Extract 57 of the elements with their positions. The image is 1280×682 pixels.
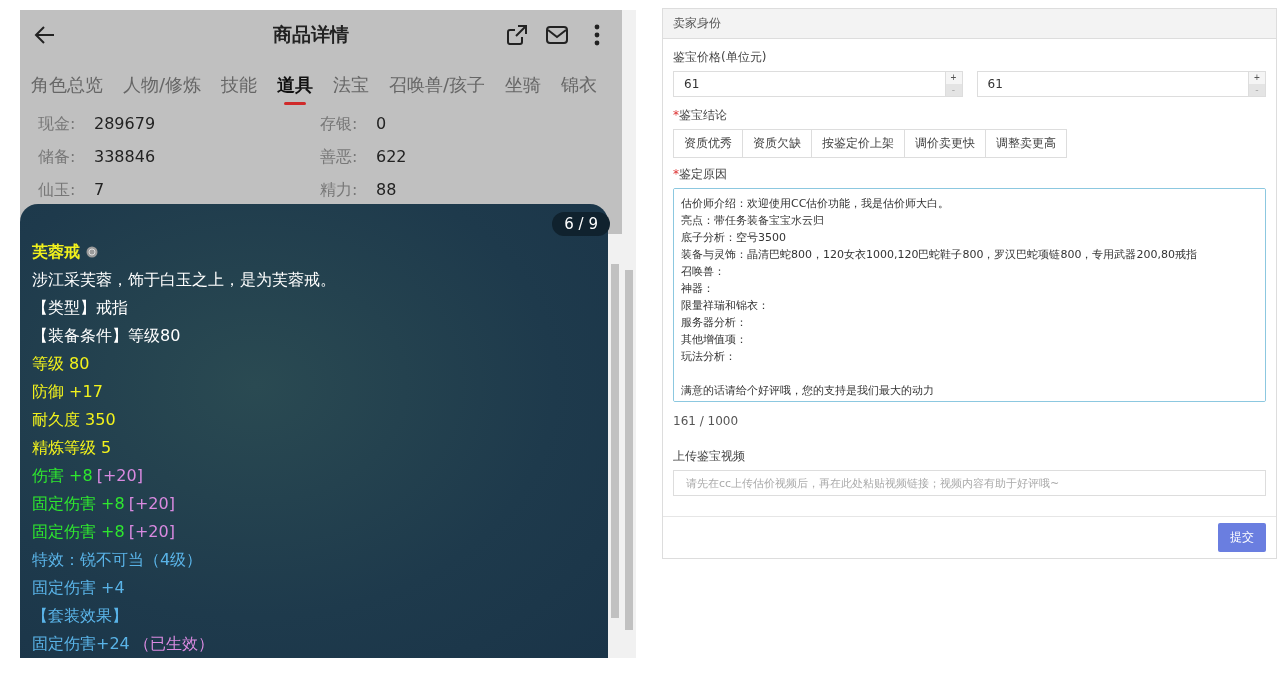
reason-textarea[interactable]: 估价师介绍：欢迎使用CC估价功能，我是估价师大白。 亮点：带任务装备宝宝水云归 底子分析：空号3500 装备与灵饰：晶清巴蛇800，120女衣1000,120巴蛇鞋子800，罗汉巴蛇项链800，专用武器200,80戒指 召唤兽： 神器： 限量祥瑞和锦衣： 服务器分析： 其他增值项： 玩法分析： 满意的话请给个好评哦，您的支持是我们最大的动力	[673, 188, 1266, 402]
conclusion-button[interactable]: 资质优秀	[673, 129, 743, 158]
stat-label: 精力:	[320, 180, 359, 201]
field-label: 鉴宝价格(单位元)	[673, 49, 768, 66]
scrollbar[interactable]	[608, 234, 622, 658]
item-attribute: 伤害 +8	[32, 466, 93, 485]
price-input[interactable]: 61	[976, 71, 1248, 97]
item-attribute: 【类型】戒指	[32, 298, 128, 317]
stat-value: 7	[94, 180, 105, 201]
item-attribute: 涉江采芙蓉，饰于白玉之上，是为芙蓉戒。	[32, 270, 336, 289]
stat-label: 现金:	[38, 114, 77, 135]
item-attribute: 固定伤害 +8	[32, 522, 125, 541]
item-attribute: [+20]	[128, 494, 175, 513]
price-input[interactable]: 61	[673, 71, 945, 97]
increment-button[interactable]: +	[945, 72, 962, 84]
item-attribute: [+20]	[96, 466, 143, 485]
item-attribute: 等级 80	[32, 354, 90, 373]
scrollbar[interactable]	[622, 10, 636, 658]
page-title: 商品详情	[272, 22, 350, 48]
field-label: 鉴定原因	[679, 167, 727, 181]
conclusion-button[interactable]: 调整卖更高	[985, 129, 1067, 158]
required-mark: *	[673, 108, 679, 122]
coin-icon	[86, 246, 98, 258]
stat-label: 储备:	[38, 147, 77, 168]
item-attribute: [+20]	[128, 522, 175, 541]
conclusion-button[interactable]: 按鉴定价上架	[811, 129, 905, 158]
stat-value: 88	[376, 180, 397, 201]
stat-value: 0	[376, 114, 387, 135]
field-label: 鉴宝结论	[679, 108, 727, 122]
stat-label: 善恶:	[320, 147, 359, 168]
character-counter: 161 / 1000	[673, 414, 740, 428]
item-attribute: 耐久度 350	[32, 410, 116, 429]
item-name: 芙蓉戒	[32, 241, 80, 263]
item-attribute: 精炼等级 5	[32, 438, 112, 457]
required-mark: *	[673, 167, 679, 181]
conclusion-button[interactable]: 调价卖更快	[904, 129, 986, 158]
tab[interactable]: 道具	[277, 67, 314, 104]
submit-button[interactable]: 提交	[1218, 523, 1266, 552]
increment-button[interactable]: +	[1249, 72, 1265, 84]
stat-value: 622	[376, 147, 407, 168]
item-attribute: 固定伤害 +4	[32, 578, 125, 597]
item-attribute: 防御 +17	[32, 382, 103, 401]
panel-header: 卖家身份	[663, 9, 1276, 39]
item-attribute: 固定伤害 +8	[32, 494, 125, 513]
stat-value: 289679	[94, 114, 156, 135]
stat-value: 338846	[94, 147, 156, 168]
item-attribute: 固定伤害+24	[32, 634, 130, 653]
page-counter: 6 / 9	[552, 212, 610, 236]
item-attribute: 【装备条件】等级80	[32, 326, 181, 345]
item-attribute: 【套装效果】	[32, 606, 128, 625]
stat-label: 存银:	[320, 114, 359, 135]
stat-label: 仙玉:	[38, 180, 77, 201]
field-label: 上传鉴宝视频	[673, 448, 746, 465]
item-attribute: 特效：锐不可当（4级）	[32, 550, 203, 569]
conclusion-button[interactable]: 资质欠缺	[742, 129, 812, 158]
video-link-input[interactable]: 请先在cc上传估价视频后，再在此处粘贴视频链接；视频内容有助于好评哦~	[673, 470, 1266, 496]
item-attribute: （已生效）	[133, 634, 214, 653]
